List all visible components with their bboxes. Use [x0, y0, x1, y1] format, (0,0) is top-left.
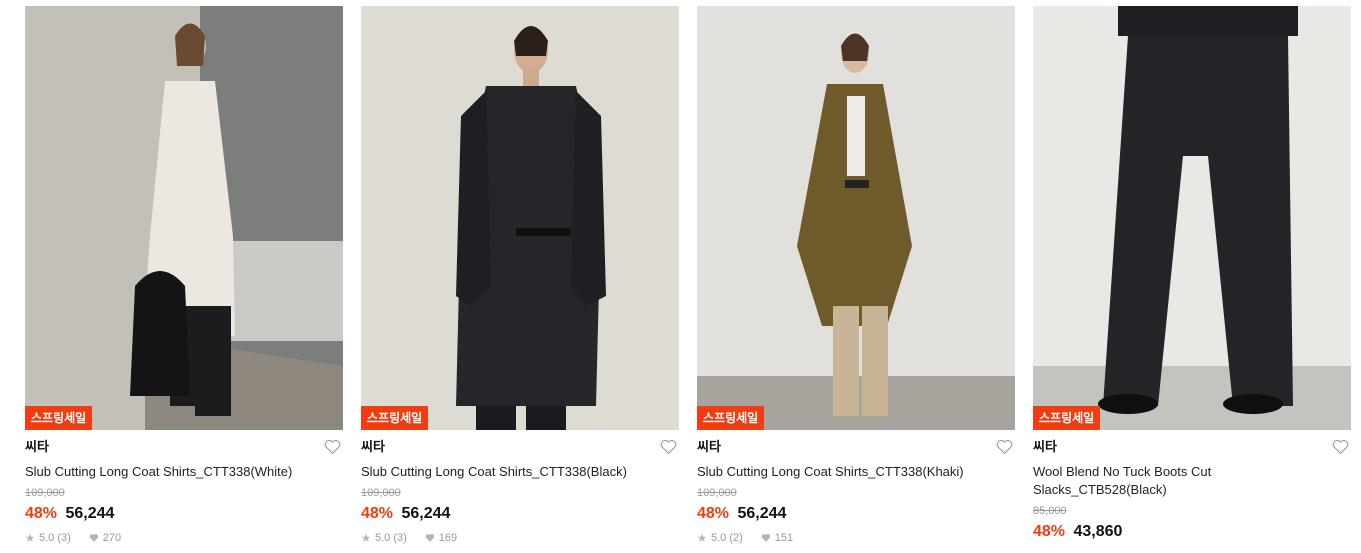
heart-filled-icon [425, 534, 435, 542]
sale-price: 56,244 [737, 505, 787, 522]
product-name[interactable]: Slub Cutting Long Coat Shirts_CTT338(Bla… [361, 463, 661, 481]
original-price: 85,000 [1033, 505, 1067, 517]
heart-filled-icon [89, 534, 99, 542]
like-count: 270 [102, 532, 122, 544]
product-image[interactable]: 스프링세일 [361, 6, 679, 430]
rating-text: 5.0 (3) [39, 532, 71, 544]
brand-name[interactable]: 씨타 [361, 436, 679, 460]
review-meta: 5.0 (3) 270 [25, 531, 343, 545]
original-price: 109,000 [25, 487, 65, 499]
original-price: 109,000 [361, 487, 401, 499]
sale-badge: 스프링세일 [697, 406, 765, 430]
product-image[interactable]: 스프링세일 [25, 6, 343, 430]
product-name[interactable]: Slub Cutting Long Coat Shirts_CTT338(Kha… [697, 463, 997, 481]
star-icon [697, 533, 707, 542]
sale-badge: 스프링세일 [1033, 406, 1101, 430]
product-name[interactable]: Wool Blend No Tuck Boots Cut Slacks_CTB5… [1033, 463, 1333, 499]
star-icon [361, 533, 371, 542]
heart-outline-icon[interactable] [324, 439, 341, 455]
model-photo-black-shirt [361, 6, 679, 430]
product-card[interactable]: 스프링세일 씨타 Wool Blend No Tuck Boots Cut Sl… [1033, 6, 1351, 553]
model-photo-khaki-shirt [697, 6, 1015, 430]
rating-text: 5.0 (3) [375, 532, 407, 544]
sale-badge: 스프링세일 [25, 406, 93, 430]
product-card[interactable]: 스프링세일 씨타 Slub Cutting Long Coat Shirts_C… [361, 6, 679, 553]
star-icon [25, 533, 35, 542]
original-price: 109,000 [697, 487, 737, 499]
product-image[interactable]: 스프링세일 [1033, 6, 1351, 430]
model-photo-black-slacks [1033, 6, 1351, 430]
product-grid: 스프링세일 씨타 Slub Cutting Long Coat Shirts_C… [0, 0, 1361, 553]
heart-outline-icon[interactable] [660, 439, 677, 455]
rating-text: 5.0 (2) [711, 532, 743, 544]
brand-name[interactable]: 씨타 [697, 436, 1015, 460]
product-name[interactable]: Slub Cutting Long Coat Shirts_CTT338(Whi… [25, 463, 325, 481]
like-count: 151 [774, 532, 794, 544]
review-meta: 5.0 (3) 169 [361, 531, 679, 545]
heart-outline-icon[interactable] [996, 439, 1013, 455]
sale-badge: 스프링세일 [361, 406, 429, 430]
brand-name[interactable]: 씨타 [25, 436, 343, 460]
discount-rate: 48% [25, 505, 58, 522]
product-card[interactable]: 스프링세일 씨타 Slub Cutting Long Coat Shirts_C… [25, 6, 343, 553]
heart-filled-icon [761, 534, 771, 542]
discount-rate: 48% [361, 505, 394, 522]
sale-price: 43,860 [1073, 523, 1123, 540]
like-count: 169 [438, 532, 458, 544]
sale-price: 56,244 [401, 505, 451, 522]
brand-name[interactable]: 씨타 [1033, 436, 1351, 460]
heart-outline-icon[interactable] [1332, 439, 1349, 455]
sale-price: 56,244 [65, 505, 115, 522]
discount-rate: 48% [1033, 523, 1066, 540]
discount-rate: 48% [697, 505, 730, 522]
model-photo-white-shirt [25, 6, 343, 430]
product-image[interactable]: 스프링세일 [697, 6, 1015, 430]
product-card[interactable]: 스프링세일 씨타 Slub Cutting Long Coat Shirts_C… [697, 6, 1015, 553]
review-meta: 5.0 (2) 151 [697, 531, 1015, 545]
